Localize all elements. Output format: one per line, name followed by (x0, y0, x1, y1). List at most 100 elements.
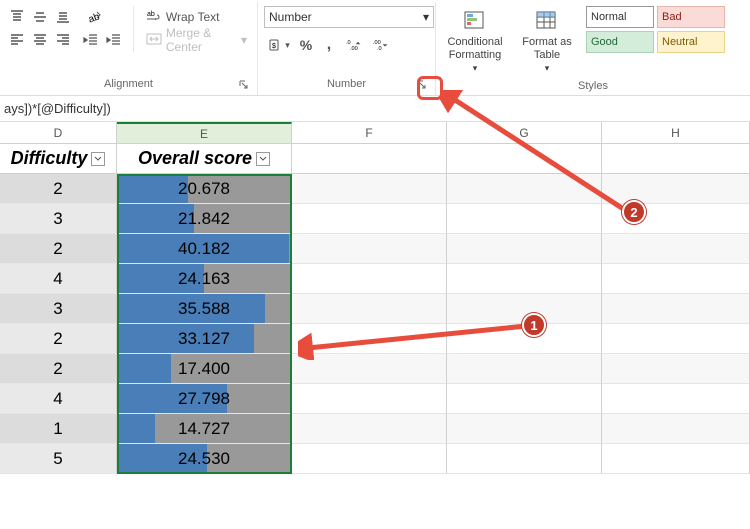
cell-difficulty[interactable]: 5 (0, 444, 117, 474)
cell-difficulty[interactable]: 2 (0, 354, 117, 384)
col-header-f[interactable]: F (292, 122, 447, 143)
alignment-dialog-launcher[interactable] (237, 78, 251, 92)
cell-blank[interactable] (292, 324, 447, 354)
cell-overall-score[interactable]: 33.127 (117, 324, 292, 354)
filter-icon[interactable] (256, 152, 270, 166)
cell-blank[interactable] (602, 384, 750, 414)
separator (133, 6, 134, 52)
cell-blank[interactable] (602, 264, 750, 294)
align-bottom-button[interactable] (52, 6, 74, 28)
percent-button[interactable]: % (295, 34, 317, 56)
cell-blank[interactable] (292, 294, 447, 324)
formula-bar[interactable]: ays])*[@Difficulty]) (0, 96, 750, 122)
merge-center-button[interactable]: Merge & Center ▾ (142, 29, 251, 51)
wrap-text-button[interactable]: ab Wrap Text (142, 6, 251, 28)
style-good[interactable]: Good (586, 31, 654, 53)
worksheet[interactable]: D E F G H Difficulty Overall score 220.6… (0, 122, 750, 474)
cell-blank[interactable] (292, 264, 447, 294)
accounting-format-button[interactable]: $▾ (264, 34, 294, 56)
conditional-formatting-button[interactable]: Conditional Formatting ▾ (442, 6, 508, 77)
col-header-h[interactable]: H (602, 122, 750, 143)
cell-blank[interactable] (602, 144, 750, 174)
number-format-select[interactable]: Number ▾ (264, 6, 434, 28)
col-header-d[interactable]: D (0, 122, 117, 143)
cell-blank[interactable] (602, 234, 750, 264)
cell-blank[interactable] (447, 174, 602, 204)
cell-blank[interactable] (292, 144, 447, 174)
cell-difficulty[interactable]: 3 (0, 204, 117, 234)
cell-blank[interactable] (447, 264, 602, 294)
cell-blank[interactable] (602, 414, 750, 444)
cell-difficulty[interactable]: 3 (0, 294, 117, 324)
col-header-e[interactable]: E (117, 122, 292, 143)
style-normal[interactable]: Normal (586, 6, 654, 28)
cell-blank[interactable] (447, 354, 602, 384)
cell-overall-score[interactable]: 24.163 (117, 264, 292, 294)
number-dialog-launcher[interactable] (415, 78, 429, 92)
th-difficulty[interactable]: Difficulty (0, 144, 117, 174)
conditional-formatting-label: Conditional Formatting (444, 36, 506, 62)
cell-blank[interactable] (602, 354, 750, 384)
cell-blank[interactable] (602, 174, 750, 204)
filter-icon[interactable] (91, 152, 105, 166)
cell-blank[interactable] (292, 204, 447, 234)
cell-difficulty[interactable]: 2 (0, 174, 117, 204)
group-alignment: ab ab Wrap Text Merge & Center ▾ (0, 2, 258, 95)
increase-indent-button[interactable] (103, 29, 125, 51)
cell-blank[interactable] (602, 444, 750, 474)
cell-blank[interactable] (292, 414, 447, 444)
cell-overall-score[interactable]: 40.182 (117, 234, 292, 264)
align-middle-button[interactable] (29, 6, 51, 28)
table-row: 114.727 (0, 414, 750, 444)
number-format-value: Number (269, 10, 312, 24)
orientation-button[interactable]: ab (80, 6, 108, 28)
align-right-button[interactable] (52, 29, 74, 51)
cell-blank[interactable] (602, 324, 750, 354)
align-top-button[interactable] (6, 6, 28, 28)
cell-blank[interactable] (447, 144, 602, 174)
svg-text:.00: .00 (350, 46, 358, 52)
cell-styles-gallery[interactable]: Normal Bad Good Neutral (586, 6, 725, 53)
table-header-row: Difficulty Overall score (0, 144, 750, 174)
cell-blank[interactable] (292, 444, 447, 474)
cell-overall-score[interactable]: 27.798 (117, 384, 292, 414)
wrap-text-icon: ab (146, 8, 162, 27)
cell-blank[interactable] (292, 174, 447, 204)
th-overall-score[interactable]: Overall score (117, 144, 292, 174)
cell-difficulty[interactable]: 1 (0, 414, 117, 444)
cell-overall-score[interactable]: 14.727 (117, 414, 292, 444)
decrease-decimal-button[interactable]: .00.0 (368, 34, 394, 56)
cell-difficulty[interactable]: 4 (0, 264, 117, 294)
cell-blank[interactable] (292, 384, 447, 414)
wrap-text-label: Wrap Text (166, 10, 220, 24)
conditional-formatting-icon (462, 8, 488, 34)
increase-decimal-button[interactable]: .0.00 (341, 34, 367, 56)
cell-blank[interactable] (292, 354, 447, 384)
svg-text:ab: ab (87, 11, 102, 25)
col-header-g[interactable]: G (447, 122, 602, 143)
cell-blank[interactable] (447, 204, 602, 234)
cell-overall-score[interactable]: 17.400 (117, 354, 292, 384)
cell-difficulty[interactable]: 2 (0, 324, 117, 354)
group-styles: Conditional Formatting ▾ Format as Table… (436, 2, 750, 95)
cell-difficulty[interactable]: 4 (0, 384, 117, 414)
cell-blank[interactable] (447, 234, 602, 264)
comma-button[interactable]: , (318, 34, 340, 56)
chevron-down-icon: ▾ (241, 33, 247, 47)
cell-overall-score[interactable]: 20.678 (117, 174, 292, 204)
format-as-table-button[interactable]: Format as Table ▾ (514, 6, 580, 77)
cell-blank[interactable] (292, 234, 447, 264)
cell-difficulty[interactable]: 2 (0, 234, 117, 264)
cell-blank[interactable] (447, 414, 602, 444)
cell-overall-score[interactable]: 21.842 (117, 204, 292, 234)
cell-blank[interactable] (447, 444, 602, 474)
align-center-button[interactable] (29, 29, 51, 51)
cell-blank[interactable] (602, 294, 750, 324)
cell-overall-score[interactable]: 35.588 (117, 294, 292, 324)
style-neutral[interactable]: Neutral (657, 31, 725, 53)
decrease-indent-button[interactable] (80, 29, 102, 51)
align-left-button[interactable] (6, 29, 28, 51)
style-bad[interactable]: Bad (657, 6, 725, 28)
cell-overall-score[interactable]: 24.530 (117, 444, 292, 474)
cell-blank[interactable] (447, 384, 602, 414)
